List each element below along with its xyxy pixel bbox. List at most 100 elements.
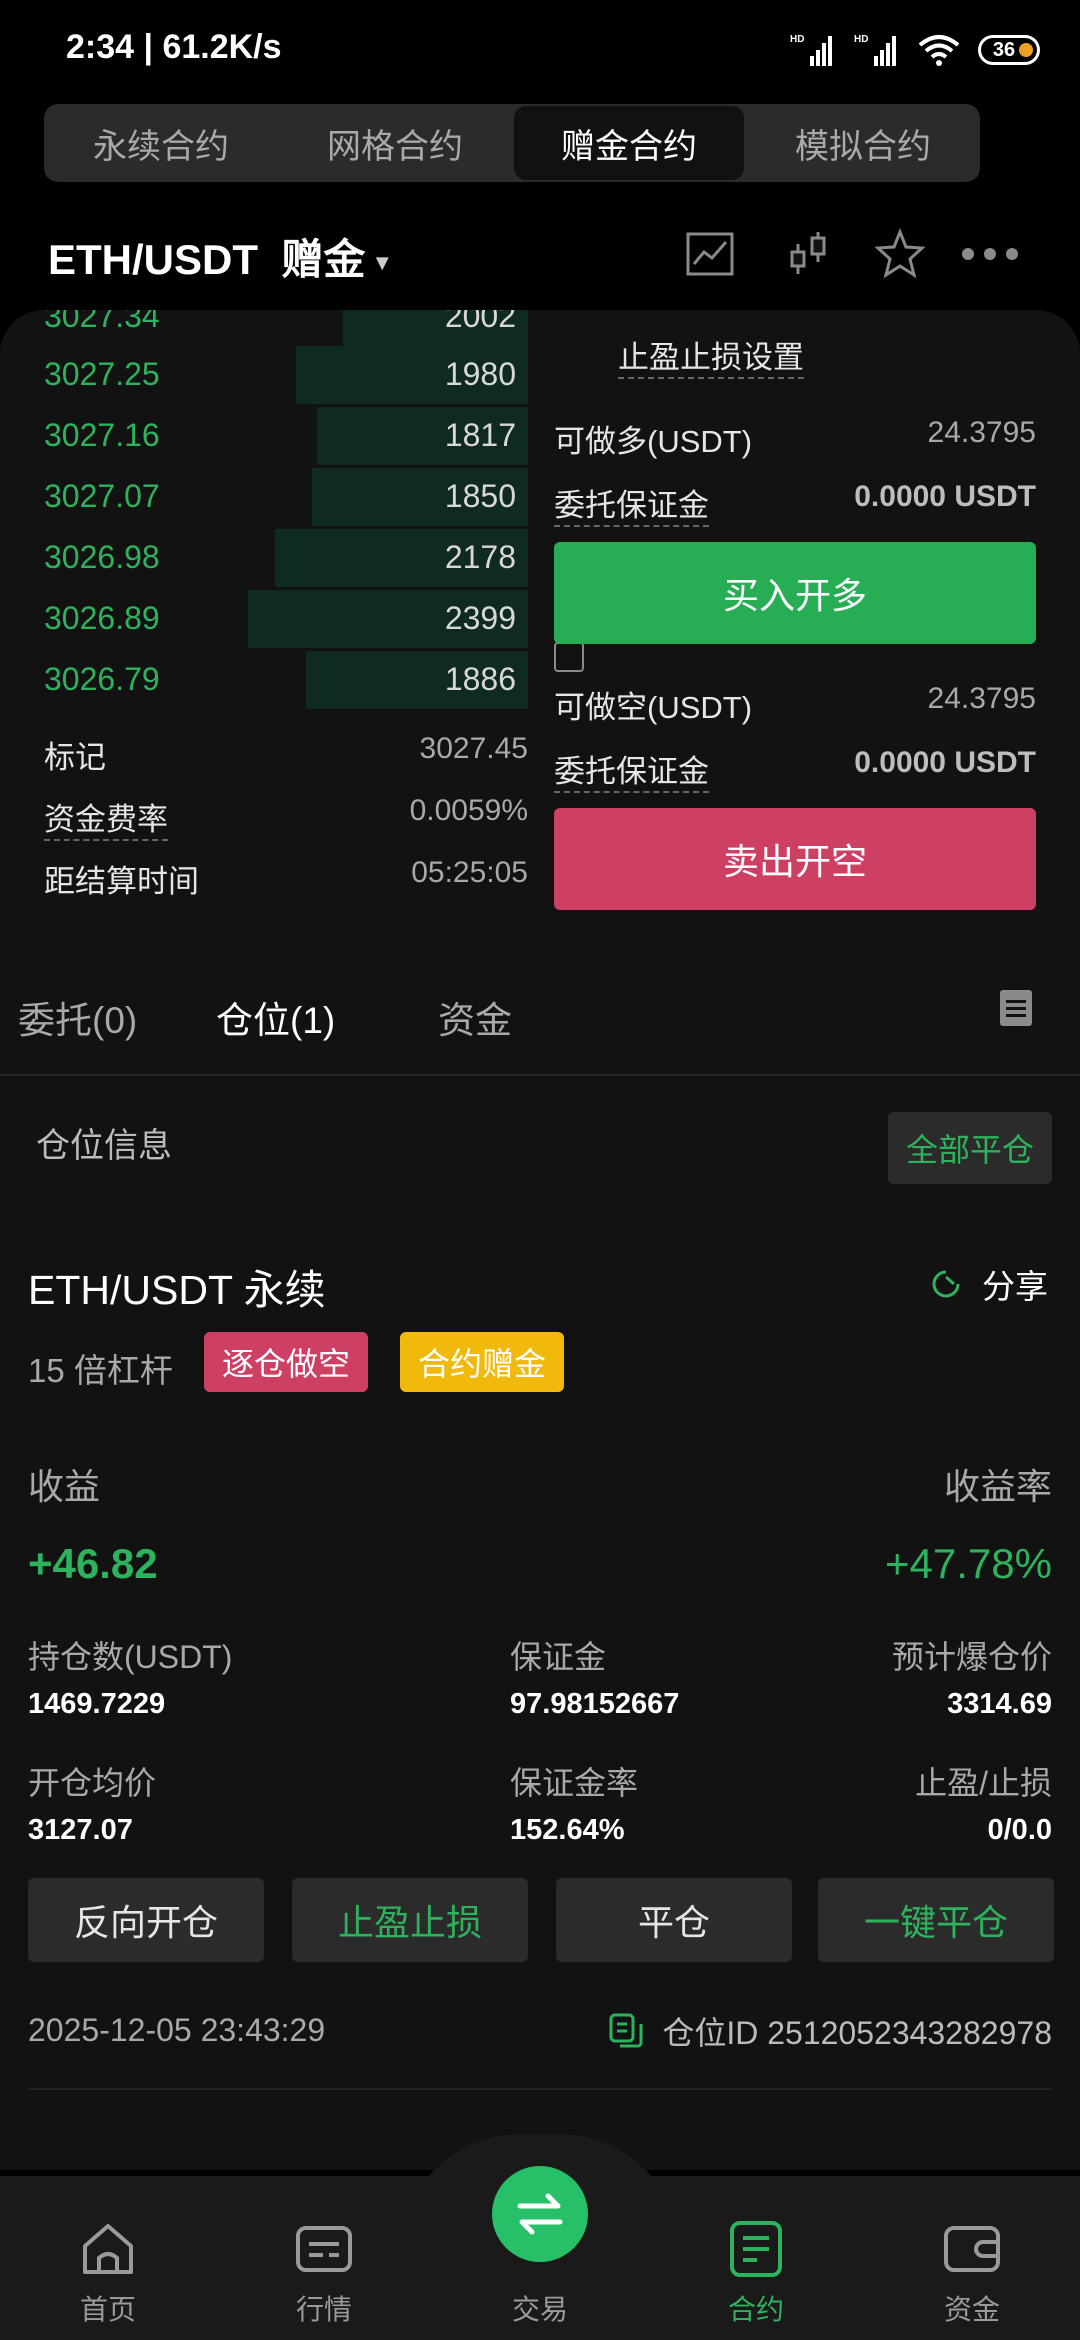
share-button[interactable]: 分享 — [928, 1260, 1048, 1308]
tab-orders[interactable]: 委托(0) — [18, 990, 137, 1044]
mark-value: 3027.45 — [419, 732, 528, 765]
sell-short-button[interactable]: 卖出开空 — [554, 808, 1036, 910]
order-book-qty: 1817 — [444, 417, 516, 453]
document-icon[interactable] — [998, 988, 1034, 1028]
order-book-row[interactable]: 3026.98 2178 — [0, 529, 528, 589]
order-book-price: 3027.07 — [44, 478, 160, 514]
order-book-row[interactable]: 3027.25 1980 — [0, 346, 528, 406]
nav-home[interactable]: 首页 — [28, 2176, 188, 2340]
order-book-row[interactable]: 3026.89 2399 — [0, 590, 528, 650]
pair-selector[interactable]: ETH/USDT 赠金 ▼ — [48, 226, 393, 287]
nav-wallet[interactable]: 资金 — [892, 2176, 1052, 2340]
signal-icon: HD — [790, 34, 832, 66]
funding-rate-label[interactable]: 资金费率 — [44, 802, 168, 841]
divider — [0, 1074, 1080, 1076]
entry-price-value: 3127.07 — [28, 1814, 133, 1846]
share-label: 分享 — [982, 1268, 1048, 1305]
nav-contract-label: 合约 — [727, 2294, 784, 2325]
order-book-row[interactable]: 3027.07 1850 — [0, 468, 528, 528]
nav-trade[interactable]: 交易 — [460, 2176, 620, 2340]
tpsl-settings-label[interactable]: 止盈止损设置 — [618, 340, 804, 379]
pair-mode: 赠金 — [281, 236, 366, 283]
close-position-button[interactable]: 平仓 — [556, 1878, 792, 1962]
nav-wallet-label: 资金 — [943, 2294, 1000, 2325]
nav-market-label: 行情 — [295, 2294, 352, 2325]
order-book-qty: 1886 — [444, 661, 516, 697]
pnl-label: 收益 — [28, 1466, 101, 1507]
short-margin-value: 0.0000 USDT — [854, 746, 1036, 779]
order-book-price: 3026.89 — [44, 600, 160, 636]
leverage-label: 15 倍杠杆 — [28, 1352, 173, 1389]
order-book-price: 3027.25 — [44, 356, 160, 392]
order-book-qty: 1980 — [444, 356, 516, 392]
buy-long-button[interactable]: 买入开多 — [554, 542, 1036, 644]
close-all-button[interactable]: 全部平仓 — [888, 1112, 1053, 1184]
order-book-price: 3027.16 — [44, 417, 160, 453]
position-id[interactable]: 仓位ID 2512052343282978 — [608, 2008, 1052, 2054]
tab-assets[interactable]: 资金 — [438, 990, 512, 1044]
tag-bonus: 合约赠金 — [400, 1332, 565, 1392]
star-icon[interactable] — [874, 228, 926, 280]
tab-perpetual[interactable]: 永续合约 — [46, 106, 276, 180]
position-timestamp: 2025-12-05 23:43:29 — [28, 2012, 326, 2048]
more-icon[interactable] — [958, 228, 1022, 280]
order-book-row[interactable]: 3027.34 2002 — [0, 310, 528, 348]
order-book-qty: 2002 — [444, 310, 516, 334]
reverse-position-button[interactable]: 反向开仓 — [28, 1878, 264, 1962]
long-margin-label[interactable]: 委托保证金 — [554, 488, 709, 527]
market-icon — [296, 2226, 352, 2272]
signal-icon: HD — [854, 34, 896, 66]
order-book-price: 3027.34 — [44, 310, 160, 334]
quick-close-button[interactable]: 一键平仓 — [818, 1878, 1054, 1962]
tag-isolated-short: 逐仓做空 — [204, 1332, 369, 1392]
tab-bonus[interactable]: 赠金合约 — [514, 106, 744, 180]
order-book-price: 3026.79 — [44, 661, 160, 697]
pnl-value: +46.82 — [28, 1540, 158, 1587]
contract-type-tabs: 永续合约 网格合约 赠金合约 模拟合约 — [44, 104, 980, 182]
settlement-label: 距结算时间 — [44, 864, 199, 899]
roe-value: +47.78% — [885, 1540, 1052, 1587]
tab-grid[interactable]: 网格合约 — [280, 106, 510, 180]
svg-text:HD: HD — [790, 34, 804, 45]
contract-icon — [730, 2221, 782, 2277]
pair-name: ETH/USDT — [48, 236, 258, 283]
short-available-value: 24.3795 — [927, 682, 1036, 715]
size-value: 1469.7229 — [28, 1688, 166, 1720]
caret-down-icon: ▼ — [371, 249, 394, 275]
nav-trade-label: 交易 — [511, 2294, 568, 2325]
margin-label: 保证金 — [510, 1639, 607, 1675]
margin-value: 97.98152667 — [510, 1688, 680, 1720]
liq-price-value: 3314.69 — [947, 1688, 1052, 1720]
nav-market[interactable]: 行情 — [244, 2176, 404, 2340]
short-margin-label[interactable]: 委托保证金 — [554, 754, 709, 793]
order-book-price: 3026.98 — [44, 539, 160, 575]
battery-icon: 36 — [978, 35, 1040, 65]
margin-ratio-value: 152.64% — [510, 1814, 625, 1846]
candlestick-icon[interactable] — [782, 228, 834, 280]
long-available-value: 24.3795 — [927, 416, 1036, 449]
size-label: 持仓数(USDT) — [28, 1639, 233, 1675]
funding-rate-value: 0.0059% — [409, 794, 528, 827]
status-time: 2:34 | 61.2K/s — [66, 28, 282, 66]
order-book-qty: 2399 — [444, 600, 516, 636]
entry-price-label: 开仓均价 — [28, 1765, 157, 1801]
tpsl-button[interactable]: 止盈止损 — [292, 1878, 528, 1962]
share-icon — [932, 1270, 960, 1298]
tab-simulated[interactable]: 模拟合约 — [748, 106, 978, 180]
order-book-row[interactable]: 3027.16 1817 — [0, 407, 528, 467]
nav-contract[interactable]: 合约 — [676, 2176, 836, 2340]
positions-section-title: 仓位信息 — [36, 1127, 172, 1165]
svg-text:HD: HD — [854, 34, 868, 45]
copy-icon — [609, 2013, 643, 2048]
short-available-label: 可做空(USDT) — [554, 690, 753, 725]
status-icons: HD HD 36 — [790, 30, 1040, 70]
wallet-icon — [944, 2226, 1000, 2272]
long-margin-value: 0.0000 USDT — [854, 480, 1036, 513]
chart-icon[interactable] — [684, 228, 736, 280]
order-book-row[interactable]: 3026.79 1886 — [0, 651, 528, 711]
margin-ratio-label: 保证金率 — [510, 1765, 639, 1801]
tpsl-checkbox[interactable] — [554, 642, 584, 672]
order-book-qty: 1850 — [444, 478, 516, 514]
mark-label: 标记 — [44, 740, 106, 775]
tab-positions[interactable]: 仓位(1) — [216, 990, 335, 1044]
